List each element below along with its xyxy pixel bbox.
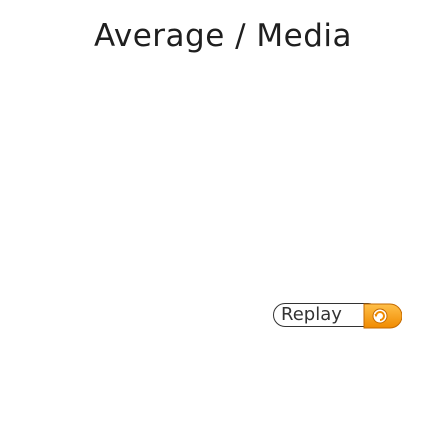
replay-button[interactable]: Replay	[273, 303, 423, 329]
replay-button-label: Replay	[281, 304, 342, 325]
replay-arrow-icon[interactable]	[360, 303, 402, 329]
page-title: Average / Media	[93, 18, 353, 54]
